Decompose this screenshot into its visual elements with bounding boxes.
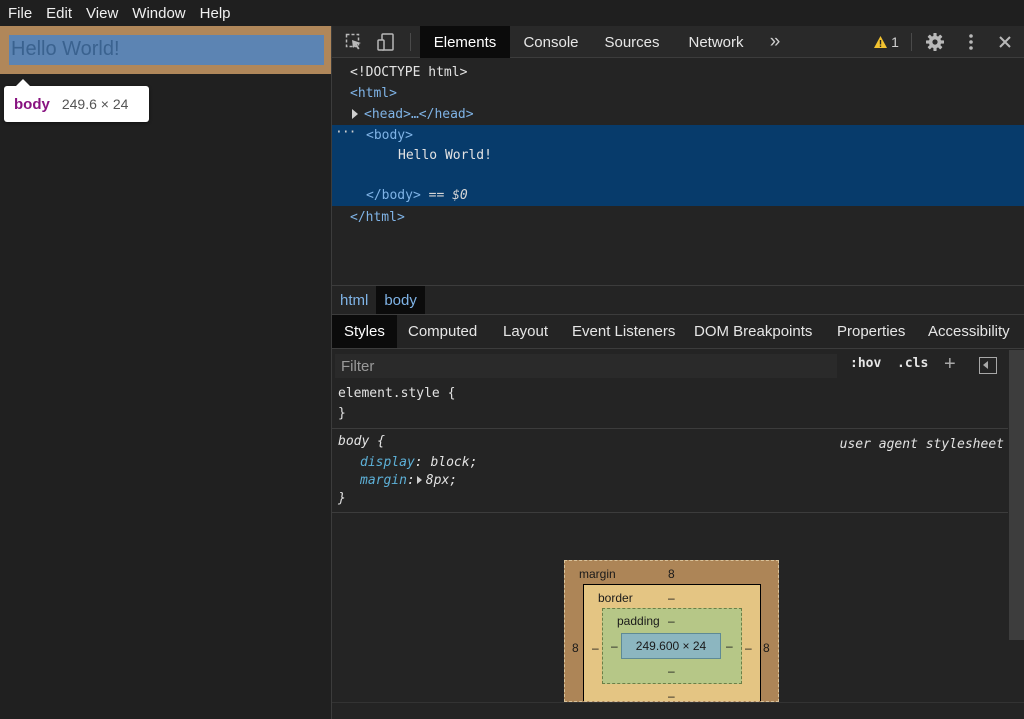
kebab-menu-icon[interactable] bbox=[958, 26, 984, 58]
cls-toggle-button[interactable]: .cls bbox=[897, 356, 928, 371]
menu-bar: File Edit View Window Help bbox=[0, 0, 1024, 26]
tooltip-tag-name: body bbox=[14, 95, 50, 113]
padding-bottom-value[interactable]: – bbox=[668, 664, 675, 678]
toolbar-separator bbox=[911, 33, 912, 51]
tab-styles[interactable]: Styles bbox=[332, 315, 397, 348]
padding-left-value[interactable]: – bbox=[611, 639, 618, 653]
margin-label: margin bbox=[579, 567, 616, 581]
element-style-close: } bbox=[338, 406, 346, 421]
box-model-padding[interactable]: padding – – – – 249.600 × 24 bbox=[602, 608, 742, 684]
border-right-value[interactable]: – bbox=[745, 641, 752, 655]
margin-top-value[interactable]: 8 bbox=[668, 567, 675, 581]
box-model-border[interactable]: border – – – – padding – – – – 249.600 ×… bbox=[583, 584, 761, 701]
tab-sources[interactable]: Sources bbox=[592, 26, 672, 58]
declaration-display[interactable]: display: block; bbox=[360, 454, 477, 472]
inspect-element-icon[interactable] bbox=[340, 26, 368, 58]
property-value: block; bbox=[430, 455, 478, 470]
dom-tree: ··· <!DOCTYPE html> <html> <head>…</head… bbox=[332, 59, 1024, 285]
tab-properties[interactable]: Properties bbox=[825, 315, 917, 348]
styles-scrollbar-thumb[interactable] bbox=[1009, 350, 1024, 640]
box-model-content[interactable]: 249.600 × 24 bbox=[621, 633, 721, 659]
breadcrumb-body[interactable]: body bbox=[376, 286, 425, 314]
more-tabs-icon[interactable]: » bbox=[760, 26, 790, 58]
styles-filter-input[interactable] bbox=[335, 354, 837, 378]
tab-computed[interactable]: Computed bbox=[396, 315, 489, 348]
devtools-panel: Elements Console Sources Network » 1 ···… bbox=[331, 26, 1024, 719]
new-style-rule-plus-icon[interactable]: + bbox=[944, 353, 956, 376]
margin-left-value[interactable]: 8 bbox=[572, 641, 579, 655]
breadcrumb: html body bbox=[332, 285, 1024, 315]
inspect-tooltip: body 249.6 × 24 bbox=[4, 79, 149, 122]
warning-icon bbox=[874, 36, 888, 48]
property-name: display bbox=[360, 455, 415, 470]
devtools-toolbar: Elements Console Sources Network » 1 bbox=[332, 26, 1024, 58]
expand-shorthand-arrow-icon[interactable] bbox=[416, 476, 422, 484]
dom-html-close[interactable]: </html> bbox=[332, 208, 1024, 228]
padding-label: padding bbox=[617, 614, 660, 628]
tooltip-size: 249.6 × 24 bbox=[61, 96, 129, 112]
border-bottom-value[interactable]: – bbox=[668, 689, 675, 701]
toolbar-separator bbox=[410, 33, 411, 51]
menu-window[interactable]: Window bbox=[132, 5, 185, 22]
tab-accessibility[interactable]: Accessibility bbox=[916, 315, 1022, 348]
declaration-margin[interactable]: margin: 8px; bbox=[360, 472, 457, 490]
tab-elements[interactable]: Elements bbox=[420, 26, 510, 58]
device-toolbar-icon[interactable] bbox=[372, 26, 400, 58]
border-left-value[interactable]: – bbox=[592, 641, 599, 655]
menu-file[interactable]: File bbox=[8, 5, 32, 22]
dom-selected-marker: == $0 bbox=[428, 188, 468, 203]
body-ua-rule[interactable]: body { user agent stylesheet display: bl… bbox=[332, 430, 1008, 513]
styles-filter-bar: :hov .cls + bbox=[332, 350, 1008, 382]
breadcrumb-html[interactable]: html bbox=[332, 286, 376, 314]
margin-right-value[interactable]: 8 bbox=[763, 641, 770, 655]
sidebar-tabs: Styles Computed Layout Event Listeners D… bbox=[332, 315, 1024, 349]
tab-network[interactable]: Network bbox=[676, 26, 756, 58]
horizontal-scrollbar[interactable] bbox=[332, 702, 1024, 719]
border-label: border bbox=[598, 591, 633, 605]
element-style-selector[interactable]: element.style { bbox=[338, 385, 455, 403]
padding-top-value[interactable]: – bbox=[668, 614, 675, 628]
tab-dom-breakpoints[interactable]: DOM Breakpoints bbox=[682, 315, 824, 348]
property-value: 8px; bbox=[425, 473, 458, 488]
tab-console[interactable]: Console bbox=[512, 26, 590, 58]
hov-toggle-button[interactable]: :hov bbox=[850, 356, 881, 371]
settings-gear-icon[interactable] bbox=[921, 26, 949, 58]
body-rule-close: } bbox=[338, 491, 346, 506]
box-model-margin[interactable]: margin 8 8 8 border – – – – padding – – … bbox=[564, 560, 779, 702]
dom-body-close-line[interactable]: </body> == $0 bbox=[332, 186, 1024, 206]
body-rule-selector[interactable]: body { bbox=[338, 433, 385, 451]
menu-edit[interactable]: Edit bbox=[46, 5, 72, 22]
dom-body-close: </body> bbox=[366, 188, 421, 203]
property-name: margin bbox=[360, 473, 407, 488]
toggle-computed-sidebar-icon[interactable] bbox=[979, 357, 997, 374]
border-top-value[interactable]: – bbox=[668, 591, 675, 605]
tab-event-listeners[interactable]: Event Listeners bbox=[560, 315, 687, 348]
warning-indicator[interactable]: 1 bbox=[869, 26, 903, 58]
element-style-rule[interactable]: element.style { } bbox=[332, 382, 1008, 429]
dom-body-text[interactable]: Hello World! bbox=[332, 146, 1024, 166]
menu-view[interactable]: View bbox=[86, 5, 118, 22]
dom-head-collapsed[interactable]: <head>…</head> bbox=[332, 105, 1024, 125]
dom-body-open[interactable]: <body> bbox=[332, 126, 1024, 146]
dom-html-open[interactable]: <html> bbox=[332, 84, 1024, 104]
dom-doctype[interactable]: <!DOCTYPE html> bbox=[332, 63, 1024, 83]
page-viewport: Hello World! body 249.6 × 24 bbox=[0, 26, 331, 719]
warning-count: 1 bbox=[891, 34, 899, 50]
tab-layout[interactable]: Layout bbox=[491, 315, 560, 348]
page-hello-text: Hello World! bbox=[11, 38, 120, 60]
close-icon[interactable] bbox=[992, 26, 1018, 58]
menu-help[interactable]: Help bbox=[200, 5, 231, 22]
user-agent-stylesheet-label: user agent stylesheet bbox=[839, 437, 1004, 452]
padding-right-value[interactable]: – bbox=[726, 639, 733, 653]
